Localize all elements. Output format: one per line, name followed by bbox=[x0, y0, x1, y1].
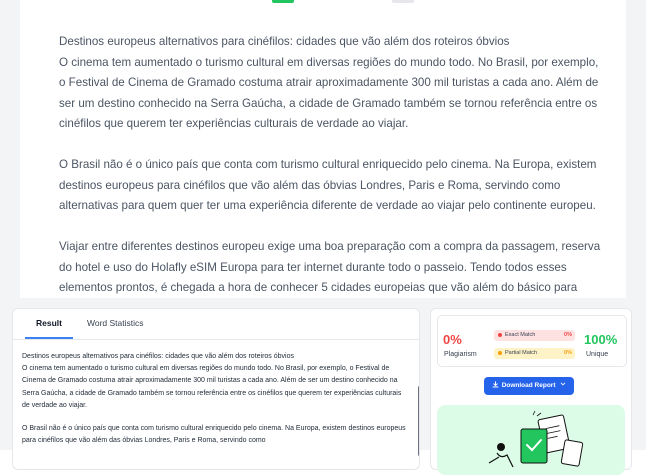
indicator-gray bbox=[392, 0, 414, 3]
plagiarism-percent: 0% bbox=[443, 332, 462, 347]
download-icon bbox=[492, 377, 499, 395]
editor-panel: Destinos europeus alternativos para ciné… bbox=[0, 0, 646, 298]
unique-label: Unique bbox=[586, 351, 609, 358]
editor-card[interactable]: Destinos europeus alternativos para ciné… bbox=[20, 0, 626, 298]
result-card: Result Word Statistics Destinos europeus… bbox=[12, 308, 420, 470]
editor-paragraph: O Brasil não é o único país que conta co… bbox=[59, 158, 597, 212]
plagiarism-label: Plagiarism bbox=[444, 351, 477, 358]
result-paragraph: O Brasil não é o único país que conta co… bbox=[22, 425, 406, 445]
result-text: Destinos europeus alternativos para ciné… bbox=[22, 351, 408, 458]
editor-paragraph: Destinos europeus alternativos para ciné… bbox=[59, 32, 604, 135]
exact-match-label: Exact Match bbox=[505, 332, 536, 338]
unique-percent: 100% bbox=[584, 332, 618, 347]
download-report-label: Download Report bbox=[501, 382, 556, 389]
indicator-green bbox=[272, 0, 294, 3]
score-summary: 0% Plagiarism Exact Match 0% Partial Mat… bbox=[437, 315, 627, 367]
active-tab-indicator bbox=[25, 337, 73, 339]
stats-card: 0% Plagiarism Exact Match 0% Partial Mat… bbox=[430, 308, 632, 475]
editor-top-indicators bbox=[272, 0, 414, 4]
partial-dot-icon bbox=[498, 350, 502, 355]
partial-match-percent: 0% bbox=[564, 350, 572, 356]
editor-heading: Destinos europeus alternativos para ciné… bbox=[59, 35, 510, 48]
illustration bbox=[437, 405, 625, 475]
exact-match-badge: Exact Match 0% bbox=[494, 330, 575, 341]
result-paragraph: Destinos europeus alternativos para ciné… bbox=[22, 351, 408, 412]
result-paragraph-text: O cinema tem aumentado o turismo cultura… bbox=[22, 365, 402, 409]
tab-word-statistics[interactable]: Word Statistics bbox=[87, 318, 144, 328]
result-scrollbar[interactable] bbox=[418, 386, 419, 456]
partial-match-badge: Partial Match 0% bbox=[494, 348, 575, 359]
result-tabs: Result Word Statistics bbox=[13, 309, 419, 340]
result-heading: Destinos europeus alternativos para ciné… bbox=[22, 353, 294, 360]
tab-result[interactable]: Result bbox=[36, 318, 62, 328]
editor-text[interactable]: Destinos europeus alternativos para ciné… bbox=[59, 32, 604, 298]
partial-match-label: Partial Match bbox=[505, 350, 538, 356]
editor-paragraph: Viajar entre diferentes destinos europeu… bbox=[59, 240, 601, 294]
exact-match-percent: 0% bbox=[564, 332, 572, 338]
chevron-down-icon bbox=[560, 382, 566, 389]
exact-dot-icon bbox=[498, 332, 502, 337]
download-report-button[interactable]: Download Report bbox=[484, 377, 574, 395]
report-illustration-icon bbox=[488, 410, 584, 468]
results-area: Result Word Statistics Destinos europeus… bbox=[0, 298, 646, 475]
editor-paragraph-text: O cinema tem aumentado o turismo cultura… bbox=[59, 55, 599, 131]
